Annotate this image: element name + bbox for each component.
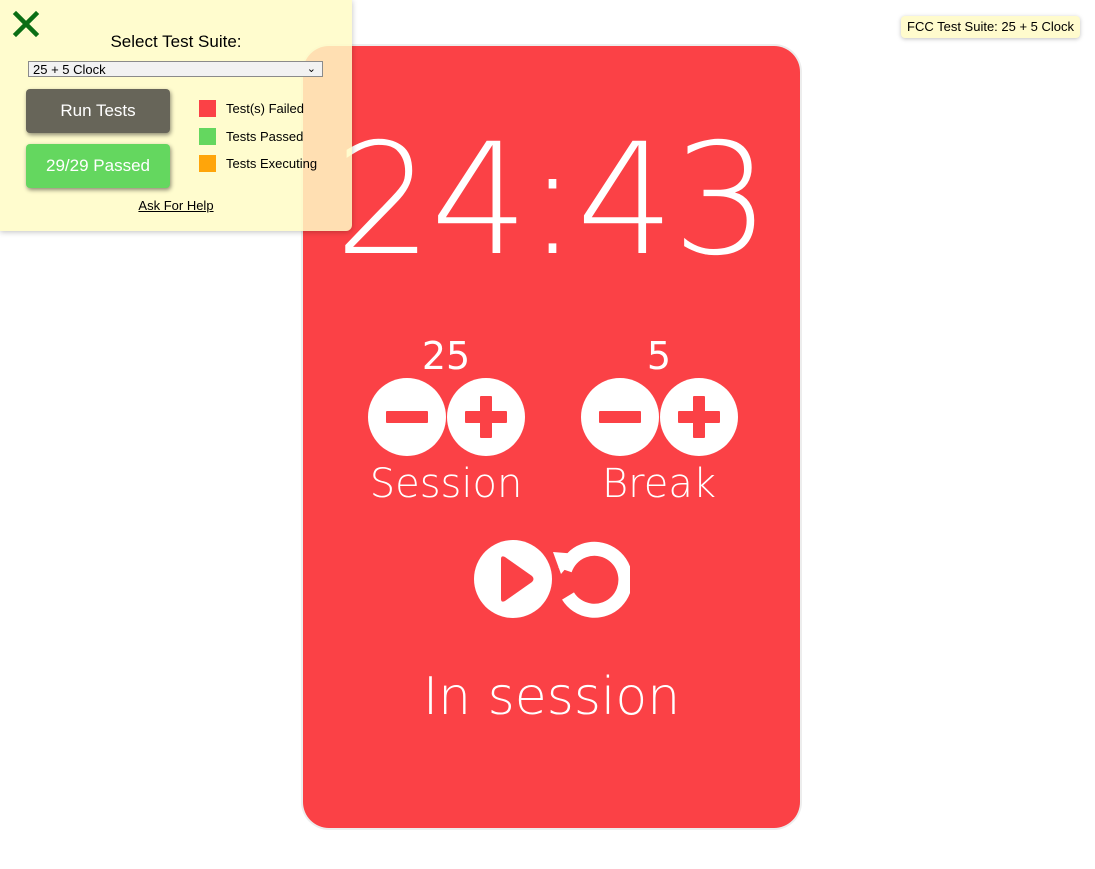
executing-swatch <box>199 155 216 172</box>
session-decrement-button[interactable] <box>367 378 446 456</box>
time-left-display: 24:43 <box>334 111 771 290</box>
test-suite-badge[interactable]: FCC Test Suite: 25 + 5 Clock <box>901 16 1081 38</box>
test-suite-select[interactable]: 25 + 5 Clock ⌄ <box>28 61 323 77</box>
start-stop-button[interactable] <box>473 540 552 618</box>
suite-title: Select Test Suite: <box>110 32 242 51</box>
break-decrement-button[interactable] <box>580 378 659 456</box>
play-icon <box>500 556 533 602</box>
session-buttons <box>366 378 526 456</box>
minus-icon <box>598 411 641 423</box>
session-length-value: 25 <box>421 334 471 378</box>
run-tests-button[interactable]: Run Tests <box>26 89 170 133</box>
session-label: Session <box>369 461 523 507</box>
test-suite-panel: Select Test Suite: 25 + 5 Clock ⌄ Run Te… <box>0 0 352 231</box>
session-length-control: 25 Session <box>366 334 526 512</box>
selected-suite: 25 + 5 Clock <box>33 62 106 77</box>
minus-icon <box>385 411 428 423</box>
break-length-control: 5 Break <box>579 334 739 512</box>
test-results-button[interactable]: 29/29 Passed <box>26 144 170 188</box>
ask-for-help-link[interactable]: Ask For Help <box>0 198 352 213</box>
session-increment-button[interactable] <box>446 378 525 456</box>
break-label: Break <box>601 461 717 507</box>
legend-failed-label: Test(s) Failed <box>226 101 305 116</box>
timer-label: In session <box>422 667 681 727</box>
failed-swatch <box>199 100 216 117</box>
timer-controls <box>303 540 800 618</box>
chevron-down-icon: ⌄ <box>306 63 316 75</box>
legend-executing-label: Tests Executing <box>226 156 318 171</box>
clock-card: 24:43 25 Session 5 Break In session <box>303 46 800 828</box>
break-increment-button[interactable] <box>659 378 738 456</box>
reset-button[interactable] <box>552 540 630 618</box>
break-buttons <box>579 378 739 456</box>
passed-swatch <box>199 128 216 145</box>
break-length-value: 5 <box>646 334 672 378</box>
legend-passed-label: Tests Passed <box>226 129 304 144</box>
history-icon <box>552 541 630 618</box>
